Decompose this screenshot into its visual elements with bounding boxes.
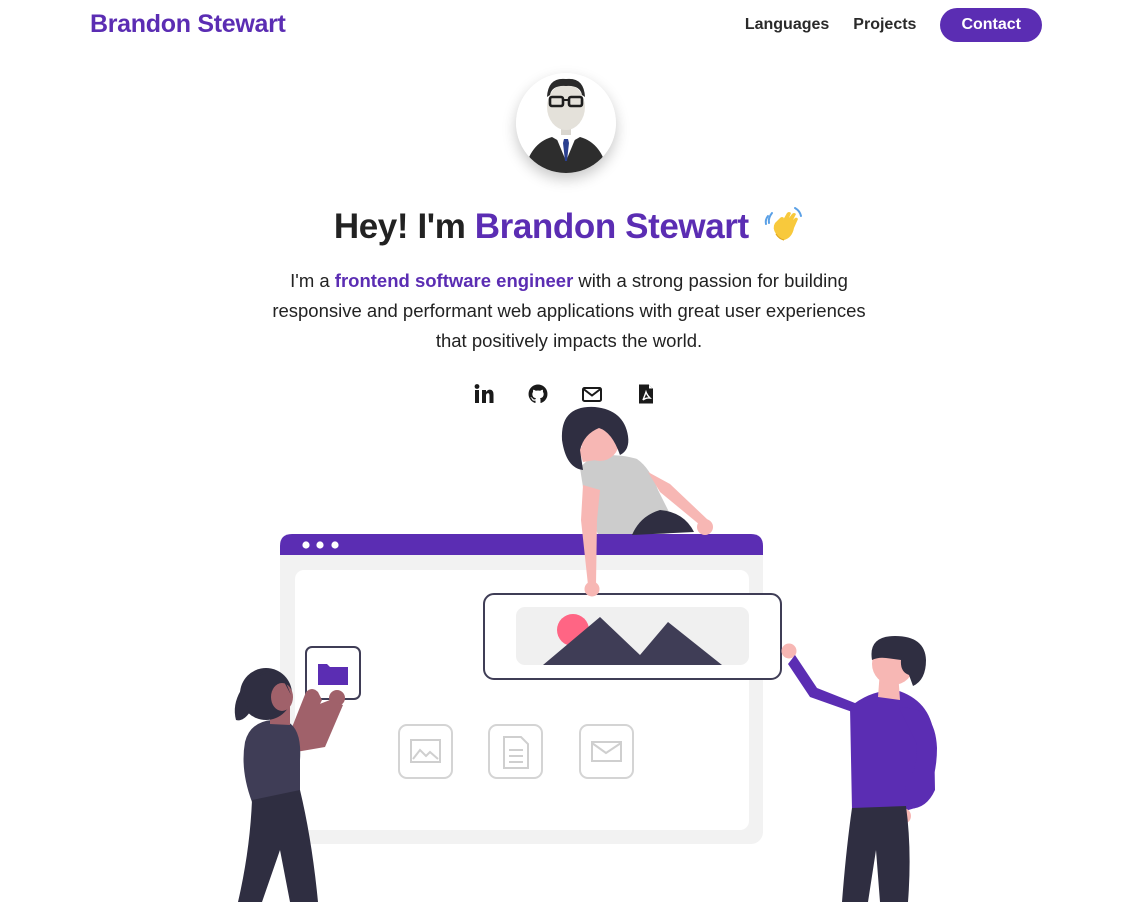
contact-button[interactable]: Contact — [940, 8, 1042, 42]
hero-title: Hey! I'm Brandon Stewart — [0, 204, 1138, 247]
hero-greeting: Hey! I'm — [333, 207, 475, 246]
hero-name: Brandon Stewart — [474, 207, 749, 246]
nav-link-languages[interactable]: Languages — [745, 16, 829, 34]
nav-link-projects[interactable]: Projects — [853, 16, 916, 34]
intro-prefix: I'm a — [290, 270, 335, 291]
navbar: Brandon Stewart Languages Projects Conta… — [0, 0, 1138, 54]
image-card-illustration — [483, 593, 782, 680]
hero-illustration — [0, 400, 1138, 902]
image-tile-icon — [398, 724, 453, 779]
document-tile-icon — [488, 724, 543, 779]
avatar — [516, 73, 616, 173]
nav-links: Languages Projects Contact — [745, 8, 1042, 42]
waving-hand-icon — [762, 204, 804, 244]
man-right-illustration — [781, 636, 937, 902]
intro-paragraph: I'm a frontend software engineer with a … — [269, 266, 869, 356]
brand-logo[interactable]: Brandon Stewart — [90, 10, 286, 39]
intro-highlight: frontend software engineer — [334, 270, 574, 291]
mail-tile-icon — [579, 724, 634, 779]
